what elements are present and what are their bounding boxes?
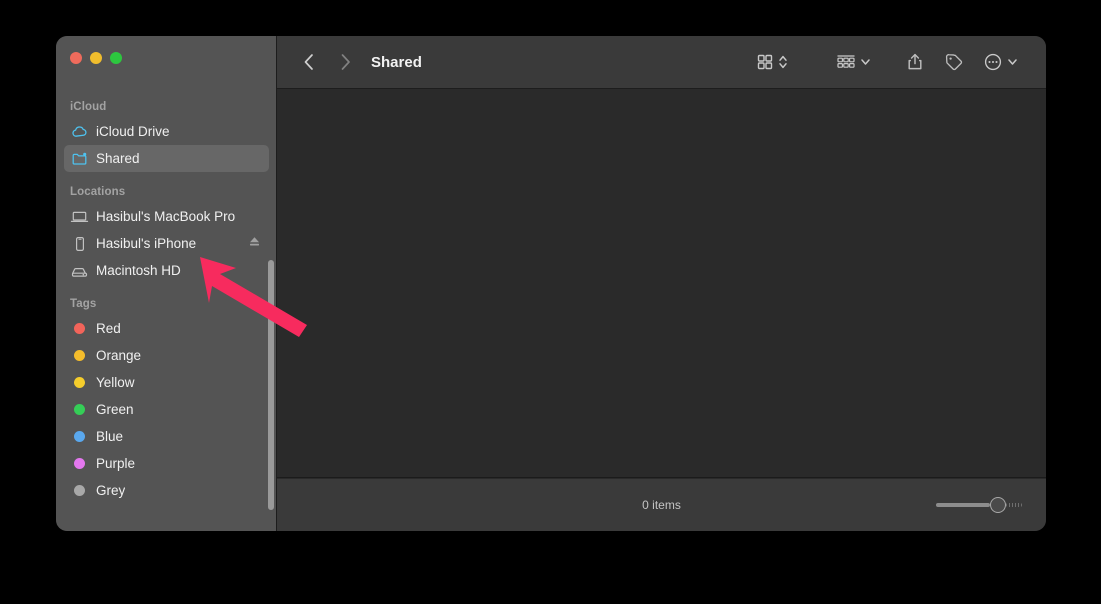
more-actions-button[interactable] [983,36,1018,88]
tags-button[interactable] [944,36,964,88]
tag-dot-icon-wrap [70,482,89,500]
close-button[interactable] [70,52,82,64]
icon-view-icon [757,54,773,70]
sidebar-item-hasibul-s-iphone[interactable]: Hasibul's iPhone [64,230,269,257]
sidebar-section-gap [56,284,276,298]
cloud-icon-wrap [70,123,89,141]
screenshot-stage: iCloud iCloud Drive Shared Locations Hasib… [0,0,1101,604]
tag-dot-icon-wrap [70,374,89,392]
minimize-button[interactable] [90,52,102,64]
tag-dot-icon [74,458,85,469]
eject-button[interactable] [248,235,261,253]
sidebar-item-icloud-drive[interactable]: iCloud Drive [64,118,269,145]
sidebar-item-macintosh-hd[interactable]: Macintosh HD [64,257,269,284]
sidebar-item-blue[interactable]: Blue [64,423,269,450]
sidebar-item-red[interactable]: Red [64,315,269,342]
chevron-down-icon [1008,59,1017,65]
sidebar-item-label: Orange [96,348,142,363]
tag-dot-icon [74,377,85,388]
sidebar-item-label: iCloud Drive [96,124,170,139]
chevron-left-icon [304,54,313,70]
cloud-icon [71,125,87,137]
sidebar-scroll-area[interactable]: iCloud iCloud Drive Shared Locations Hasib… [56,89,276,531]
sidebar-item-label: Hasibul's MacBook Pro [96,209,236,224]
sidebar-item-label: Hasibul's iPhone [96,236,197,251]
sidebar-section-header-tags: Tags [70,298,97,310]
tag-dot-icon [74,431,85,442]
group-by-icon [837,55,855,68]
tag-dot-icon [74,323,85,334]
sidebar-section-header-icloud: iCloud [70,101,107,113]
iphone-icon [75,236,84,251]
sidebar-section-header-locations: Locations [70,186,126,198]
sidebar-item-yellow[interactable]: Yellow [64,369,269,396]
slider-track-remaining [1006,503,1022,507]
tag-dot-icon-wrap [70,320,89,338]
sidebar-item-label: Yellow [96,375,135,390]
sidebar-item-label: Green [96,402,134,417]
shared-folder-icon [72,152,86,165]
eject-icon [250,236,259,245]
chevron-right-icon [341,54,350,70]
hard-drive-icon [71,267,88,277]
chevron-up-down-icon [779,55,787,69]
sidebar-scrollbar[interactable] [268,260,274,510]
sidebar-section-gap [56,172,276,186]
status-bar: 0 items [277,479,1046,531]
sidebar-item-orange[interactable]: Orange [64,342,269,369]
icon-size-slider[interactable] [936,497,1022,513]
tag-dot-icon-wrap [70,347,89,365]
share-button[interactable] [906,36,924,88]
finder-sidebar: iCloud iCloud Drive Shared Locations Hasib… [56,36,277,531]
view-mode-button[interactable] [756,36,788,88]
file-list-area[interactable] [277,89,1046,478]
ellipsis-circle-icon [984,53,1002,71]
sidebar-item-label: Red [96,321,121,336]
finder-window: iCloud iCloud Drive Shared Locations Hasib… [56,36,1046,531]
item-count-label: 0 items [642,498,681,512]
sidebar-item-hasibul-s-macbook-pro[interactable]: Hasibul's MacBook Pro [64,203,269,230]
shared-folder-icon-wrap [70,150,89,168]
sidebar-item-shared[interactable]: Shared [64,145,269,172]
tag-dot-icon-wrap [70,455,89,473]
group-by-button[interactable] [836,36,871,88]
iphone-icon-wrap [70,235,89,253]
share-icon [908,53,922,70]
sidebar-item-grey[interactable]: Grey [64,477,269,504]
tag-icon [945,54,963,71]
window-traffic-lights [70,52,122,64]
tag-dot-icon [74,485,85,496]
slider-track-filled [936,503,991,507]
sidebar-item-label: Purple [96,456,136,471]
tag-dot-icon-wrap [70,401,89,419]
tag-dot-icon [74,350,85,361]
sidebar-item-label: Blue [96,429,124,444]
sidebar-item-label: Macintosh HD [96,263,181,278]
sidebar-item-green[interactable]: Green [64,396,269,423]
tag-dot-icon-wrap [70,428,89,446]
window-title: Shared [371,53,422,71]
tag-dot-icon [74,404,85,415]
laptop-icon [70,211,89,222]
chevron-down-icon [861,59,870,65]
back-button[interactable] [295,36,321,88]
sidebar-item-label: Shared [96,151,140,166]
sidebar-item-purple[interactable]: Purple [64,450,269,477]
sidebar-item-label: Grey [96,483,126,498]
hard-drive-icon-wrap [70,262,89,280]
slider-knob[interactable] [990,497,1007,513]
zoom-button[interactable] [110,52,122,64]
finder-toolbar: Shared [277,36,1046,89]
laptop-icon-wrap [70,208,89,226]
forward-button[interactable] [332,36,358,88]
